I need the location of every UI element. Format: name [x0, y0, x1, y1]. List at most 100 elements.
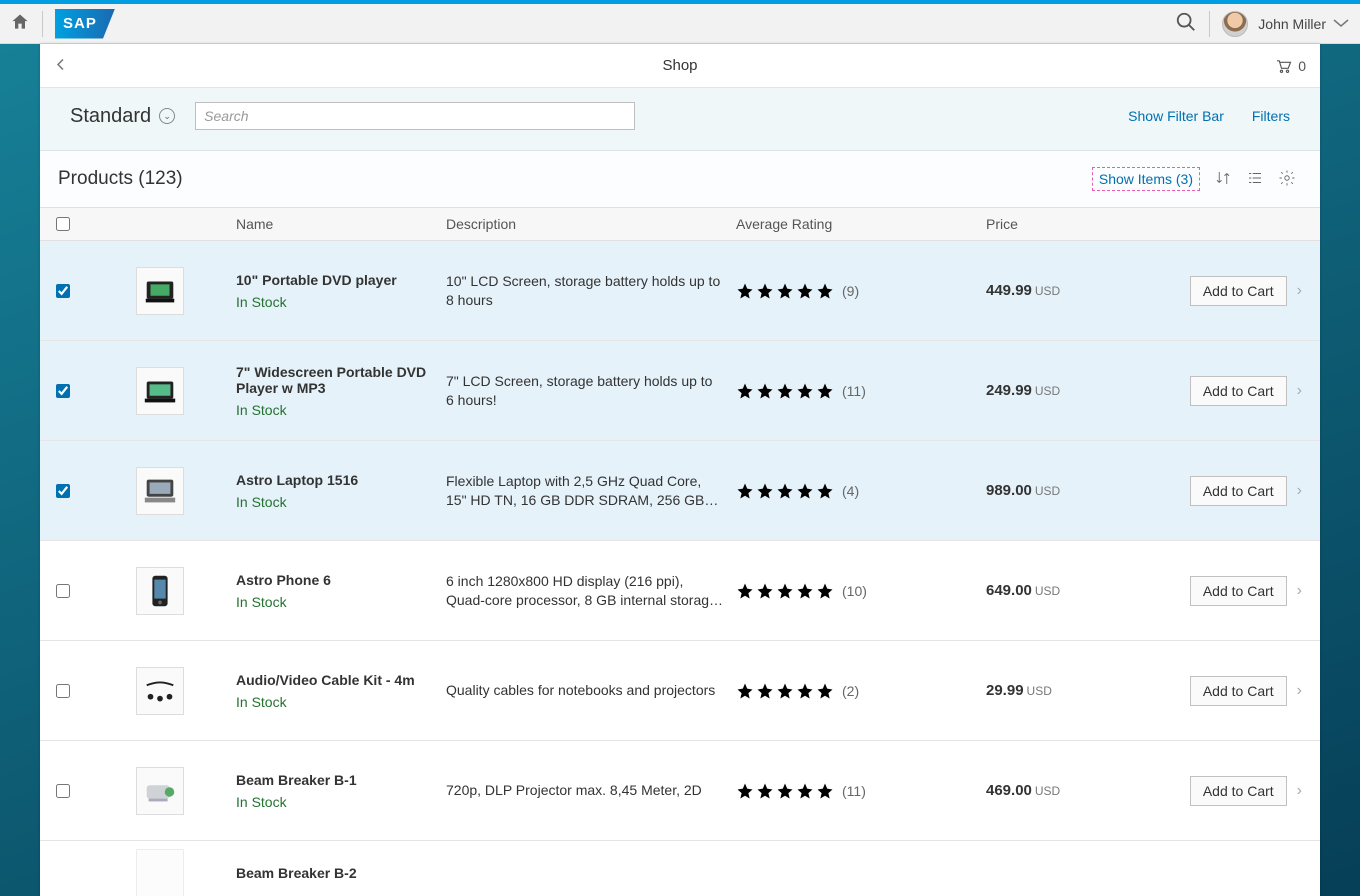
- content: Products (123) Show Items (3) Name Descr…: [40, 151, 1320, 896]
- row-checkbox[interactable]: [56, 784, 70, 798]
- product-description: 10" LCD Screen, storage battery holds up…: [446, 272, 736, 310]
- product-thumbnail: [136, 849, 184, 896]
- table-row[interactable]: Astro Phone 6 In Stock6 inch 1280x800 HD …: [40, 541, 1320, 641]
- divider: [42, 11, 43, 37]
- search-icon[interactable]: [1175, 11, 1197, 36]
- column-header-rating[interactable]: Average Rating: [736, 216, 986, 232]
- column-header-name[interactable]: Name: [236, 216, 446, 232]
- chevron-right-icon[interactable]: ›: [1297, 582, 1302, 600]
- row-checkbox[interactable]: [56, 584, 70, 598]
- table-title: Products (123): [58, 168, 183, 190]
- product-thumbnail: [136, 567, 184, 615]
- table-row[interactable]: Beam Breaker B-1In Stock720p, DLP Projec…: [40, 741, 1320, 841]
- column-header-price[interactable]: Price: [986, 216, 1116, 232]
- add-to-cart-button[interactable]: Add to Cart: [1190, 776, 1287, 806]
- page-header: Shop 0: [40, 44, 1320, 88]
- filters-link[interactable]: Filters: [1252, 108, 1290, 124]
- add-to-cart-button[interactable]: Add to Cart: [1190, 476, 1287, 506]
- table-toolbar: Show Items (3): [1092, 167, 1296, 191]
- price-value: 449.99: [986, 282, 1032, 299]
- cart-count: 0: [1298, 58, 1306, 74]
- price-value: 469.00: [986, 782, 1032, 799]
- search-input[interactable]: [195, 102, 635, 130]
- chevron-down-icon[interactable]: [1332, 16, 1350, 32]
- product-thumbnail: [136, 467, 184, 515]
- add-to-cart-button[interactable]: Add to Cart: [1190, 276, 1287, 306]
- chevron-right-icon[interactable]: ›: [1297, 482, 1302, 500]
- sort-icon[interactable]: [1214, 169, 1232, 190]
- settings-icon[interactable]: [1278, 169, 1296, 190]
- rating-stars: (4): [736, 482, 986, 500]
- divider: [1209, 11, 1210, 37]
- price-currency: USD: [1035, 784, 1060, 798]
- back-button[interactable]: [54, 55, 68, 76]
- review-count: (11): [842, 783, 866, 799]
- add-to-cart-button[interactable]: Add to Cart: [1190, 676, 1287, 706]
- product-name: Astro Laptop 1516: [236, 472, 446, 488]
- rating-stars: (11): [736, 782, 986, 800]
- price-currency: USD: [1035, 584, 1060, 598]
- shell-header: SAP John Miller: [0, 0, 1360, 44]
- chevron-right-icon[interactable]: ›: [1297, 382, 1302, 400]
- price-value: 249.99: [986, 382, 1032, 399]
- rating-stars: (10): [736, 582, 986, 600]
- product-name: 7" Widescreen Portable DVD Player w MP3: [236, 364, 446, 396]
- variant-selector[interactable]: Standard ⌄: [70, 105, 175, 128]
- product-thumbnail: [136, 267, 184, 315]
- cart-button[interactable]: 0: [1274, 57, 1306, 75]
- product-description: 720p, DLP Projector max. 8,45 Meter, 2D: [446, 781, 736, 800]
- add-to-cart-button[interactable]: Add to Cart: [1190, 576, 1287, 606]
- price-currency: USD: [1035, 384, 1060, 398]
- rating-stars: (2): [736, 682, 986, 700]
- column-header-description[interactable]: Description: [446, 216, 736, 232]
- table-row[interactable]: Audio/Video Cable Kit - 4m In StockQualit…: [40, 641, 1320, 741]
- chevron-right-icon[interactable]: ›: [1297, 282, 1302, 300]
- row-checkbox[interactable]: [56, 684, 70, 698]
- table-row[interactable]: 7" Widescreen Portable DVD Player w MP3 I…: [40, 341, 1320, 441]
- review-count: (4): [842, 483, 859, 499]
- product-name: Astro Phone 6: [236, 572, 446, 588]
- avatar[interactable]: [1222, 11, 1248, 37]
- table-row[interactable]: 10" Portable DVD player In Stock10" LCD S…: [40, 241, 1320, 341]
- show-filter-bar-link[interactable]: Show Filter Bar: [1128, 108, 1224, 124]
- table-row[interactable]: Astro Laptop 1516 In StockFlexible Laptop…: [40, 441, 1320, 541]
- product-description: 7" LCD Screen, storage battery holds up …: [446, 372, 736, 410]
- stock-status: In Stock: [236, 294, 446, 310]
- price-value: 29.99: [986, 682, 1024, 699]
- stock-status: In Stock: [236, 694, 446, 710]
- chevron-right-icon[interactable]: ›: [1297, 782, 1302, 800]
- row-checkbox[interactable]: [56, 484, 70, 498]
- home-icon[interactable]: [10, 12, 30, 35]
- stock-status: In Stock: [236, 494, 446, 510]
- chevron-down-icon: ⌄: [159, 108, 175, 124]
- table-header: Name Description Average Rating Price: [40, 207, 1320, 241]
- rating-stars: (11): [736, 382, 986, 400]
- add-to-cart-button[interactable]: Add to Cart: [1190, 376, 1287, 406]
- price-currency: USD: [1035, 484, 1060, 498]
- group-icon[interactable]: [1246, 169, 1264, 190]
- row-checkbox[interactable]: [56, 384, 70, 398]
- show-selected-items-link[interactable]: Show Items (3): [1092, 167, 1200, 191]
- row-checkbox[interactable]: [56, 284, 70, 298]
- review-count: (2): [842, 683, 859, 699]
- product-description: Quality cables for notebooks and project…: [446, 681, 736, 700]
- select-all-checkbox[interactable]: [56, 217, 70, 231]
- product-thumbnail: [136, 367, 184, 415]
- product-thumbnail: [136, 767, 184, 815]
- table-row[interactable]: Beam Breaker B-2: [40, 841, 1320, 896]
- stock-status: In Stock: [236, 402, 446, 418]
- review-count: (9): [842, 283, 859, 299]
- chevron-right-icon[interactable]: ›: [1297, 682, 1302, 700]
- stock-status: In Stock: [236, 594, 446, 610]
- product-name: Beam Breaker B-2: [236, 865, 446, 881]
- product-name: 10" Portable DVD player: [236, 272, 446, 288]
- price-currency: USD: [1027, 684, 1052, 698]
- table-body: 10" Portable DVD playerIn Stock10" LCD S…: [40, 241, 1320, 841]
- product-description: Flexible Laptop with 2,5 GHz Quad Core, …: [446, 472, 736, 510]
- rating-stars: (9): [736, 282, 986, 300]
- review-count: (10): [842, 583, 867, 599]
- product-description: 6 inch 1280x800 HD display (216 ppi), Qu…: [446, 572, 736, 610]
- product-name: Audio/Video Cable Kit - 4m: [236, 672, 446, 688]
- user-name: John Miller: [1258, 16, 1326, 32]
- price-currency: USD: [1035, 284, 1060, 298]
